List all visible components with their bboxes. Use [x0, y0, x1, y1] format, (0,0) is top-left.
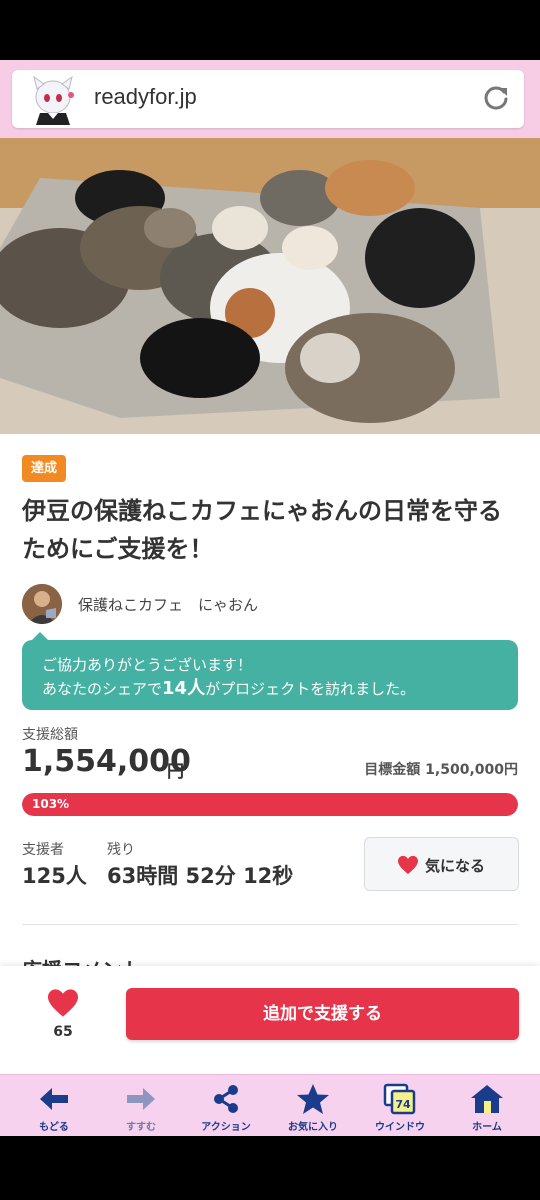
- support-action-bar: 65 追加で支援する: [0, 966, 540, 1074]
- favorite-label: 気になる: [425, 857, 486, 875]
- nav-forward[interactable]: すすむ: [97, 1075, 185, 1137]
- heart-icon: [398, 855, 418, 875]
- share-icon: [214, 1085, 238, 1113]
- nav-back-label: もどる: [39, 1122, 69, 1133]
- like-count: 65: [53, 1024, 73, 1040]
- nav-action-label: アクション: [201, 1122, 251, 1133]
- thanks-line2: あなたのシェアで14人がプロジェクトを訪れました。: [42, 677, 518, 701]
- total-amount-unit: 円: [167, 762, 184, 782]
- owner-avatar[interactable]: [22, 584, 62, 624]
- progress-fill: [22, 793, 518, 816]
- favorite-button[interactable]: 気になる: [364, 837, 519, 891]
- windows-icon: 74: [383, 1083, 416, 1115]
- additional-support-button[interactable]: 追加で支援する: [126, 988, 519, 1040]
- project-title: 伊豆の保護ねこカフェにゃおんの日常を守るためにご支援を！: [22, 497, 502, 563]
- funding-progress-bar: 103%: [22, 793, 518, 816]
- nav-action[interactable]: アクション: [182, 1075, 270, 1137]
- progress-percent: 103%: [32, 797, 70, 811]
- system-navigation-area: [0, 1136, 540, 1200]
- nav-bookmarks[interactable]: お気に入り: [269, 1075, 357, 1137]
- backers-count: 125人: [22, 864, 87, 888]
- nav-back[interactable]: もどる: [10, 1075, 98, 1137]
- url-bar[interactable]: readyfor.jp: [12, 70, 524, 128]
- visitor-count: 14人: [162, 678, 206, 699]
- total-amount-label: 支援総額: [22, 727, 78, 743]
- thanks-line2-prefix: あなたのシェアで: [42, 680, 163, 698]
- share-thanks-banner: ご協力ありがとうございます！ あなたのシェアで14人がプロジェクトを訪れました。: [22, 632, 518, 710]
- back-arrow-icon: [40, 1088, 68, 1110]
- nav-forward-label: すすむ: [126, 1122, 156, 1133]
- browser-mascot-icon: [33, 75, 74, 125]
- star-icon: [297, 1084, 329, 1114]
- remaining-label: 残り: [107, 842, 135, 858]
- nav-home[interactable]: ホーム: [443, 1075, 531, 1137]
- total-amount: 1,554,000: [22, 744, 191, 779]
- forward-arrow-icon: [127, 1088, 155, 1110]
- url-text[interactable]: readyfor.jp: [94, 84, 197, 110]
- home-icon: [471, 1085, 503, 1113]
- nav-windows-label: ウインドウ: [375, 1122, 425, 1133]
- divider: [22, 924, 518, 925]
- browser-bottom-nav: もどる すすむ アクション お気に入り 74 ウインドウ ホーム: [0, 1074, 540, 1136]
- window-count: 74: [395, 1098, 411, 1111]
- like-heart-icon[interactable]: [46, 988, 80, 1018]
- nav-home-label: ホーム: [472, 1122, 502, 1133]
- nav-bookmarks-label: お気に入り: [288, 1122, 338, 1133]
- browser-toolbar: readyfor.jp: [0, 60, 540, 138]
- thanks-line1: ご協力ありがとうございます！: [42, 656, 253, 674]
- goal-label: 目標金額: [364, 762, 421, 778]
- goal-value: 1,500,000円: [425, 762, 518, 778]
- status-bar: [0, 0, 540, 60]
- owner-avatar-image: [22, 584, 62, 624]
- cats-photo: [0, 138, 540, 434]
- nav-windows[interactable]: 74 ウインドウ: [356, 1075, 444, 1137]
- remaining-time: 63時間 52分 12秒: [107, 864, 294, 888]
- goal-amount: 目標金額 1,500,000円: [364, 759, 518, 779]
- reload-icon[interactable]: [482, 84, 510, 112]
- owner-name[interactable]: 保護ねこカフェ にゃおん: [78, 594, 258, 615]
- backers-label: 支援者: [22, 842, 64, 858]
- project-hero-image: [0, 138, 540, 434]
- status-badge: 達成: [22, 455, 67, 482]
- thanks-line2-suffix: がプロジェクトを訪れました。: [205, 680, 416, 698]
